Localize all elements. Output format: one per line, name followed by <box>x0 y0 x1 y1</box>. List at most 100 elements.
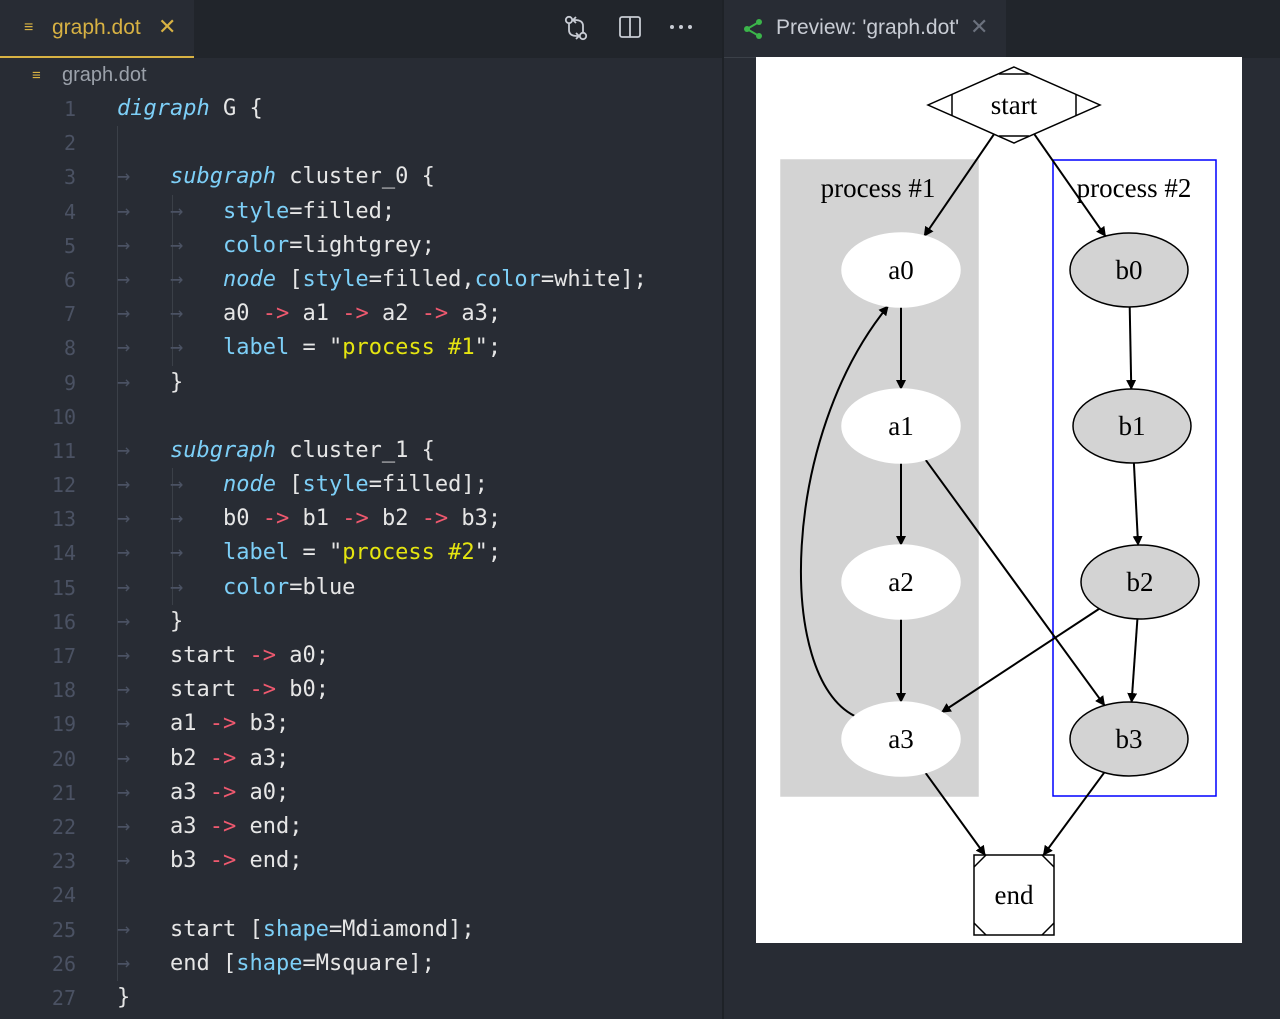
code-text: → → style=filled; <box>117 195 395 229</box>
code-token: style <box>222 198 290 224</box>
code-line[interactable]: 6 → → node [style=filled,color=white]; <box>0 262 722 298</box>
code-line[interactable]: 16 → } <box>0 604 722 639</box>
code-token: label <box>222 540 290 566</box>
node-a2: a2 <box>841 544 961 620</box>
code-line[interactable]: 24 <box>0 878 722 913</box>
close-icon[interactable]: ✕ <box>158 14 176 40</box>
code-line[interactable]: 1 digraph G { <box>0 92 722 126</box>
code-token: =blue <box>289 574 356 600</box>
line-number: 21 <box>51 780 76 805</box>
code-token: a3 <box>169 779 210 805</box>
code-token: a0; <box>275 643 329 668</box>
tab-marker: → <box>117 643 170 668</box>
tab-graph-dot[interactable]: ≡ graph.dot ✕ <box>0 0 194 58</box>
code-line[interactable]: 23 → b3 -> end; <box>0 844 722 879</box>
code-token: =filled; <box>289 198 396 224</box>
editor-tab-bar: ≡ graph.dot ✕ <box>0 0 722 58</box>
code-token: =white]; <box>540 266 647 292</box>
tab-marker: → <box>169 301 223 327</box>
code-area[interactable]: 1 digraph G {2 3 → subgraph cluster_0 {4 → →… <box>0 92 722 1015</box>
code-line[interactable]: 18 → start -> b0; <box>0 673 722 708</box>
tab-marker: → <box>169 472 223 498</box>
line-number: 17 <box>51 644 76 668</box>
tab-marker: → <box>117 574 170 600</box>
code-line[interactable]: 22 → a3 -> end; <box>0 809 722 845</box>
code-line[interactable]: 5 → → color=lightgrey; <box>0 228 722 263</box>
lines-file-icon: ≡ <box>24 19 34 36</box>
code-editor-pane[interactable]: ≡ graph.dot ✕ ≡ graph.dot 1 digraph G {2 3… <box>0 0 722 1019</box>
tab-preview[interactable]: Preview: 'graph.dot' ✕ <box>724 0 1006 58</box>
code-token: -> <box>209 848 237 874</box>
code-line[interactable]: 20 → b2 -> a3; <box>0 741 722 776</box>
code-line[interactable]: 12 → → node [style=filled]; <box>0 468 722 503</box>
code-token: } <box>169 369 184 395</box>
code-line[interactable]: 14 → → label = "process #2"; <box>0 536 722 571</box>
code-token: -> <box>342 301 369 327</box>
node-label-b0: b0 <box>1116 255 1143 285</box>
edge-b1-b2 <box>1132 462 1143 547</box>
code-token: a1 <box>169 711 210 737</box>
code-line[interactable]: 9 → } <box>0 365 722 400</box>
split-editor-icon[interactable] <box>617 14 643 47</box>
code-line[interactable]: 13 → → b0 -> b1 -> b2 -> b3; <box>0 502 722 537</box>
code-token: shape <box>236 950 303 976</box>
breadcrumb[interactable]: ≡ graph.dot <box>0 58 722 92</box>
code-line[interactable]: 15 → → color=blue <box>0 570 722 605</box>
code-line[interactable]: 4 → → style=filled; <box>0 194 722 229</box>
code-text: → end [shape=Msquare]; <box>117 947 435 981</box>
code-line[interactable]: 11 → subgraph cluster_1 { <box>0 433 722 469</box>
graph-preview-icon <box>744 19 762 39</box>
code-token: subgraph <box>169 437 276 463</box>
code-token: process #2 <box>342 540 475 566</box>
code-text: → start [shape=Mdiamond]; <box>117 913 475 947</box>
code-line[interactable]: 25 → start [shape=Mdiamond]; <box>0 912 722 947</box>
tab-marker: → <box>117 745 170 771</box>
code-line[interactable]: 21 → a3 -> a0; <box>0 775 722 810</box>
code-token: color <box>222 574 290 600</box>
code-text: → → label = "process #1"; <box>117 331 501 365</box>
node-label-start: start <box>991 90 1038 120</box>
code-line[interactable]: 8 → → label = "process #1"; <box>0 331 722 366</box>
line-number: 19 <box>51 712 76 737</box>
line-number: 14 <box>51 541 76 566</box>
tab-marker: → <box>169 232 223 258</box>
code-line[interactable]: 17 → start -> a0; <box>0 639 722 674</box>
code-text: digraph G { <box>117 92 263 126</box>
code-line[interactable]: 2 <box>0 126 722 161</box>
close-icon[interactable]: ✕ <box>970 14 988 40</box>
code-line[interactable]: 3 → subgraph cluster_0 { <box>0 160 722 195</box>
code-line[interactable]: 27} <box>0 981 722 1015</box>
code-token: end; <box>236 813 303 839</box>
code-text: → subgraph cluster_0 { <box>117 160 435 194</box>
code-line[interactable]: 26 → end [shape=Msquare]; <box>0 946 722 981</box>
code-token: label <box>222 335 290 361</box>
code-line[interactable]: 19 → a1 -> b3; <box>0 707 722 742</box>
code-token: b2 <box>368 506 422 532</box>
edge-b2-b3 <box>1127 618 1139 704</box>
code-token: } <box>117 984 131 1010</box>
open-changes-icon[interactable] <box>563 14 589 49</box>
node-b2: b2 <box>1080 544 1200 620</box>
code-text: → start -> a0; <box>117 639 329 673</box>
code-token: ; <box>487 335 502 361</box>
code-text: → → color=lightgrey; <box>117 229 435 263</box>
node-label-end: end <box>995 880 1034 910</box>
breadcrumb-file[interactable]: graph.dot <box>62 64 147 87</box>
tab-marker: → <box>117 335 170 361</box>
code-token: start <box>169 643 250 668</box>
node-label-a0: a0 <box>888 255 913 285</box>
code-token: " <box>474 335 488 361</box>
tab-marker: → <box>117 266 170 292</box>
node-label-b2: b2 <box>1127 567 1154 597</box>
edge-b0-b1 <box>1126 306 1137 391</box>
code-line[interactable]: 10 <box>0 399 722 434</box>
more-actions-icon[interactable] <box>668 12 694 45</box>
code-line[interactable]: 7 → → a0 -> a1 -> a2 -> a3; <box>0 297 722 332</box>
tab-marker: → <box>117 677 170 703</box>
code-token: =lightgrey; <box>289 232 435 258</box>
pane-divider[interactable] <box>722 0 724 1019</box>
preview-tab-label: Preview: 'graph.dot' <box>776 16 960 39</box>
tab-marker: → <box>117 198 170 224</box>
cluster-label-cluster_1: process #2 <box>1077 173 1192 203</box>
tab-marker: → <box>117 848 170 874</box>
